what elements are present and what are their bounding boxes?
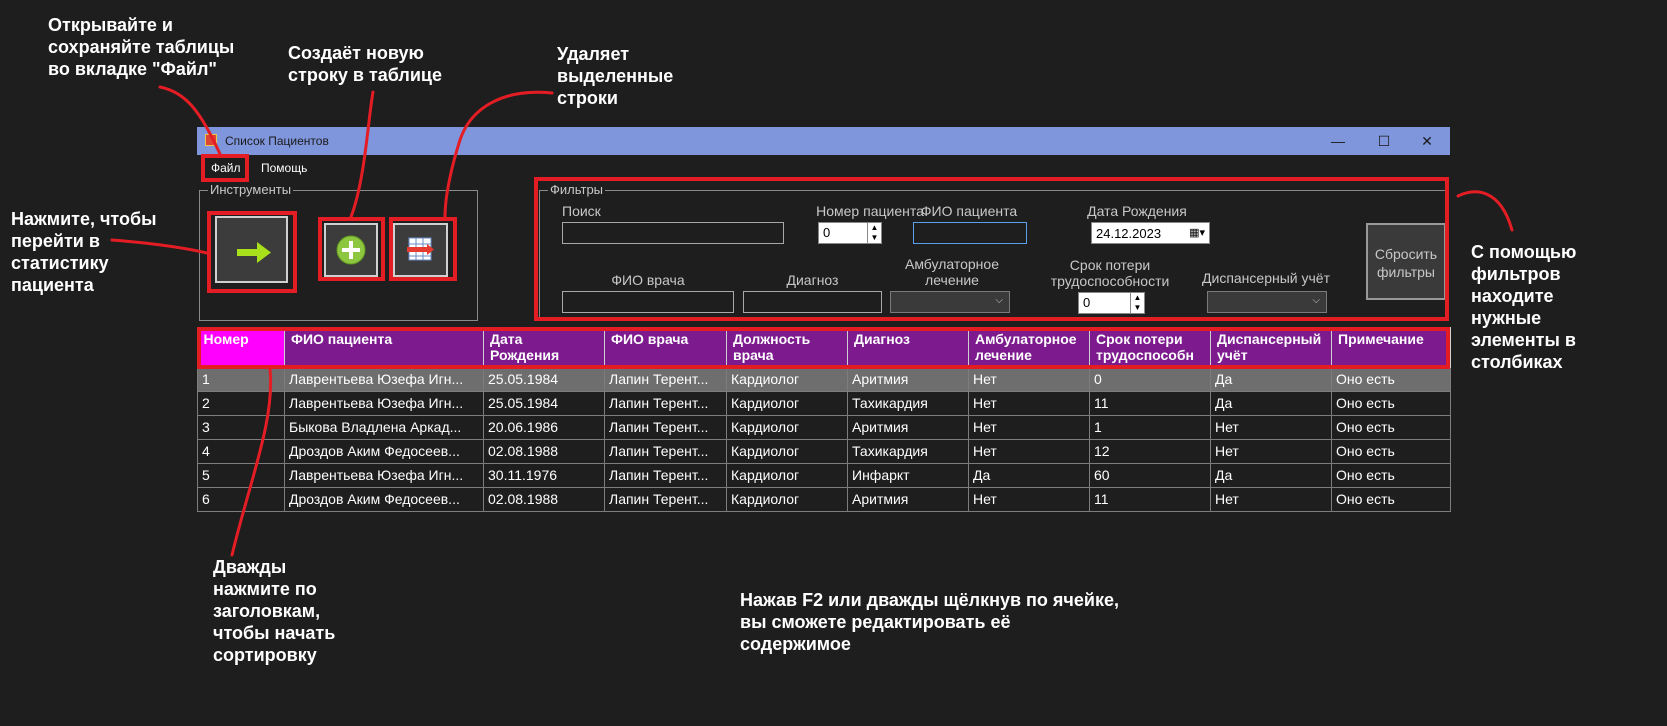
table-cell[interactable]: Кардиолог	[726, 390, 848, 416]
table-cell[interactable]: Кардиолог	[726, 366, 848, 392]
table-row[interactable]: 6 Дроздов Аким Федосеев... 02.08.1988 Лапин…	[197, 486, 1451, 512]
maximize-button[interactable]: ☐	[1361, 127, 1407, 155]
table-cell[interactable]: Нет	[1210, 438, 1332, 464]
app-icon	[205, 134, 217, 146]
annotation-file-tab: Открывайте и сохраняйте таблицы во вклад…	[48, 15, 235, 79]
table-row[interactable]: 5 Лаврентьева Юзефа Игн... 30.11.1976 Лапин…	[197, 462, 1451, 488]
table-cell[interactable]: Кардиолог	[726, 414, 848, 440]
table-cell[interactable]: Оно есть	[1331, 366, 1451, 392]
table-cell[interactable]: Аритмия	[847, 486, 969, 512]
window-title: Список Пациентов	[225, 134, 329, 148]
table-cell[interactable]: 30.11.1976	[483, 462, 605, 488]
table-cell[interactable]: 1	[1089, 414, 1211, 440]
table-row[interactable]: 2 Лаврентьева Юзефа Игн... 25.05.1984 Лапин…	[197, 390, 1451, 416]
table-cell[interactable]: Да	[1210, 366, 1332, 392]
table-cell[interactable]: Да	[1210, 462, 1332, 488]
table-cell[interactable]: Нет	[1210, 486, 1332, 512]
table-cell[interactable]: Лаврентьева Юзефа Игн...	[284, 462, 484, 488]
table-cell[interactable]: 0	[1089, 366, 1211, 392]
menu-help[interactable]: Помощь	[261, 161, 307, 175]
table-cell[interactable]: Нет	[968, 486, 1090, 512]
table-cell[interactable]: Да	[968, 462, 1090, 488]
annotation-add-row: Создаёт новую строку в таблице	[288, 43, 442, 85]
table-cell[interactable]: 1	[197, 366, 285, 392]
table-cell[interactable]: 12	[1089, 438, 1211, 464]
table-cell[interactable]: Кардиолог	[726, 462, 848, 488]
table-cell[interactable]: Лапин Терент...	[604, 390, 727, 416]
table-cell[interactable]: 02.08.1988	[483, 438, 605, 464]
table-cell[interactable]: Тахикардия	[847, 438, 969, 464]
annotation-stats: Нажмите, чтобы перейти в статистику паци…	[11, 209, 157, 295]
table-cell[interactable]: Оно есть	[1331, 486, 1451, 512]
highlight-file-menu	[201, 154, 249, 182]
table-cell[interactable]: Лапин Терент...	[604, 486, 727, 512]
table-cell[interactable]: 20.06.1986	[483, 414, 605, 440]
table-cell[interactable]: Лапин Терент...	[604, 462, 727, 488]
table-cell[interactable]: Аритмия	[847, 414, 969, 440]
table-cell[interactable]: Нет	[968, 414, 1090, 440]
highlight-add-button	[318, 217, 385, 281]
table-cell[interactable]: 4	[197, 438, 285, 464]
highlight-stats-button	[207, 211, 297, 293]
table-cell[interactable]: Кардиолог	[726, 486, 848, 512]
table-cell[interactable]: Нет	[1210, 414, 1332, 440]
table-row[interactable]: 1 Лаврентьева Юзефа Игн... 25.05.1984 Лапин…	[197, 366, 1451, 392]
table-cell[interactable]: 2	[197, 390, 285, 416]
table-cell[interactable]: Нет	[968, 438, 1090, 464]
table-cell[interactable]: Инфаркт	[847, 462, 969, 488]
table-row[interactable]: 4 Дроздов Аким Федосеев... 02.08.1988 Лапин…	[197, 438, 1451, 464]
table-cell[interactable]: Лаврентьева Юзефа Игн...	[284, 366, 484, 392]
close-button[interactable]: ✕	[1404, 127, 1450, 155]
table-cell[interactable]: Дроздов Аким Федосеев...	[284, 438, 484, 464]
highlight-table-header	[197, 327, 1450, 369]
tools-legend: Инструменты	[208, 182, 294, 197]
title-bar[interactable]: Список Пациентов — ☐ ✕	[197, 127, 1450, 155]
highlight-delete-button	[389, 217, 457, 281]
table-cell[interactable]: Дроздов Аким Федосеев...	[284, 486, 484, 512]
table-cell[interactable]: 25.05.1984	[483, 366, 605, 392]
table-cell[interactable]: 6	[197, 486, 285, 512]
table-cell[interactable]: Нет	[968, 390, 1090, 416]
table-cell[interactable]: Быкова Владлена Аркад...	[284, 414, 484, 440]
table-body: 1 Лаврентьева Юзефа Игн... 25.05.1984 Лапин…	[197, 366, 1451, 512]
table-cell[interactable]: Тахикардия	[847, 390, 969, 416]
table-cell[interactable]: Оно есть	[1331, 462, 1451, 488]
table-cell[interactable]: 60	[1089, 462, 1211, 488]
table-cell[interactable]: 25.05.1984	[483, 390, 605, 416]
annotation-edit-cell: Нажав F2 или дважды щёлкнув по ячейке, в…	[740, 590, 1119, 654]
table-cell[interactable]: Да	[1210, 390, 1332, 416]
table-cell[interactable]: 11	[1089, 486, 1211, 512]
table-cell[interactable]: Лапин Терент...	[604, 438, 727, 464]
table-cell[interactable]: Лапин Терент...	[604, 366, 727, 392]
table-cell[interactable]: Лаврентьева Юзефа Игн...	[284, 390, 484, 416]
annotation-sorting: Дважды нажмите по заголовкам, чтобы нача…	[213, 557, 336, 665]
table-cell[interactable]: Аритмия	[847, 366, 969, 392]
table-cell[interactable]: Нет	[968, 366, 1090, 392]
table-cell[interactable]: Лапин Терент...	[604, 414, 727, 440]
minimize-button[interactable]: —	[1315, 127, 1361, 155]
table-cell[interactable]: 5	[197, 462, 285, 488]
table-cell[interactable]: 02.08.1988	[483, 486, 605, 512]
table-cell[interactable]: Оно есть	[1331, 438, 1451, 464]
highlight-filters	[534, 177, 1449, 321]
table-cell[interactable]: 11	[1089, 390, 1211, 416]
table-cell[interactable]: Кардиолог	[726, 438, 848, 464]
table-cell[interactable]: Оно есть	[1331, 414, 1451, 440]
annotation-filters: С помощью фильтров находите нужные элеме…	[1471, 242, 1577, 372]
table-cell[interactable]: Оно есть	[1331, 390, 1451, 416]
annotation-delete-rows: Удаляет выделенные строки	[557, 44, 674, 108]
table-row[interactable]: 3 Быкова Владлена Аркад... 20.06.1986 Лапин…	[197, 414, 1451, 440]
table-cell[interactable]: 3	[197, 414, 285, 440]
